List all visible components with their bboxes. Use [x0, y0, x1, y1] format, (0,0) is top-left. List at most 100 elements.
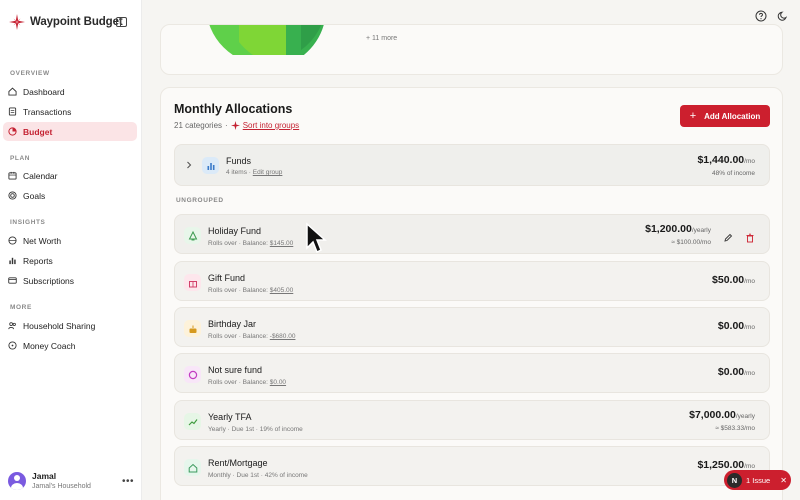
monthly-allocations-card: Monthly Allocations 21 categories · Sort…: [160, 87, 783, 500]
add-allocation-label: Add Allocation: [704, 111, 761, 121]
circle-icon: [184, 366, 201, 383]
sidebar-item-label: Net Worth: [23, 235, 62, 246]
sidebar-item-label: Budget: [23, 126, 53, 137]
people-icon: [8, 322, 16, 330]
allocation-meta: Rolls over · Balance: -$680.00: [208, 333, 296, 340]
allocation-name: Gift Fund: [208, 273, 246, 283]
sidebar-item-label: Transactions: [23, 106, 72, 117]
sidebar-item-label: Reports: [23, 255, 53, 266]
user-more-icon[interactable]: •••: [122, 476, 134, 487]
allocation-amount: $1,200.00/yearly: [645, 223, 711, 235]
sidebar-item-household-sharing[interactable]: Household Sharing: [3, 316, 137, 335]
allocation-name: Not sure fund: [208, 365, 263, 375]
allocation-row[interactable]: Holiday Fund Rolls over · Balance: $145.0…: [174, 214, 770, 254]
sidebar-item-label: Calendar: [23, 170, 58, 181]
brand[interactable]: Waypoint Budget: [9, 14, 123, 30]
cake-icon: [184, 320, 201, 337]
plus-icon: +: [689, 109, 697, 122]
sidebar-item-reports[interactable]: Reports: [3, 251, 137, 270]
close-icon[interactable]: ✕: [780, 476, 787, 485]
mouse-cursor-icon: [306, 222, 327, 254]
sidebar-item-net-worth[interactable]: Net Worth: [3, 231, 137, 250]
issues-badge[interactable]: N 1 Issue ✕: [724, 470, 791, 490]
categories-count: 21 categories: [174, 121, 223, 130]
sidebar-item-label: Household Sharing: [23, 320, 96, 331]
issue-avatar: N: [727, 472, 742, 488]
issue-count-label: 1 Issue: [746, 475, 771, 485]
group-meta: 4 items · Edit group: [226, 169, 283, 176]
sidebar-item-label: Goals: [23, 190, 46, 201]
allocation-meta: Rolls over · Balance: $0.00: [208, 379, 287, 386]
sort-into-groups-link[interactable]: Sort into groups: [243, 121, 299, 130]
user-name: Jamal: [32, 471, 57, 481]
sidebar-item-calendar[interactable]: Calendar: [3, 166, 137, 185]
collapse-sidebar-icon[interactable]: [116, 17, 127, 27]
allocation-name: Rent/Mortgage: [208, 458, 268, 468]
allocation-row[interactable]: Not sure fund Rolls over · Balance: $0.00…: [174, 353, 770, 393]
compass-logo-icon: [9, 14, 25, 30]
allocation-row[interactable]: Rent/Mortgage Monthly · Due 1st · 42% of …: [174, 446, 770, 486]
spending-chart-card: + 11 more: [160, 24, 783, 75]
balance-link[interactable]: $145.00: [270, 240, 294, 247]
globe-icon: [8, 236, 17, 245]
sparkle-icon: [230, 121, 240, 130]
group-amount: $1,440.00/mo: [697, 154, 755, 166]
sidebar-item-dashboard[interactable]: Dashboard: [3, 82, 137, 101]
card-icon: [8, 277, 17, 284]
chevron-right-icon[interactable]: [185, 161, 193, 169]
allocation-amount: $0.00/mo: [717, 320, 755, 332]
group-row-funds[interactable]: Funds 4 items · Edit group $1,440.00/mo …: [174, 144, 770, 186]
bell-icon: [184, 227, 201, 244]
balance-link[interactable]: $405.00: [270, 287, 294, 294]
allocation-monthly-equivalent: ≈ $100.00/mo: [671, 239, 711, 246]
trending-up-icon: [184, 413, 201, 430]
sidebar: Waypoint Budget OVERVIEW Dashboard Trans…: [0, 0, 142, 500]
target-icon: [8, 191, 17, 200]
user-profile[interactable]: Jamal Jamal's Household: [8, 471, 91, 490]
legend-more-text[interactable]: + 11 more: [366, 35, 397, 42]
allocation-amount: $7,000.00/yearly: [689, 409, 755, 421]
pie-icon: [8, 127, 17, 136]
balance-link[interactable]: -$680.00: [270, 333, 296, 340]
calendar-icon: [8, 171, 17, 180]
chart-group-icon: [202, 157, 219, 174]
allocation-name: Holiday Fund: [208, 226, 262, 236]
avatar: [8, 471, 26, 490]
allocation-meta: Monthly · Due 1st · 42% of income: [208, 472, 308, 479]
moon-icon[interactable]: [777, 10, 789, 22]
sidebar-item-label: Money Coach: [23, 340, 76, 351]
sidebar-item-budget[interactable]: Budget: [3, 122, 137, 141]
section-label-overview: OVERVIEW: [10, 70, 50, 77]
sidebar-item-goals[interactable]: Goals: [3, 186, 137, 205]
allocation-meta: Yearly · Due 1st · 19% of income: [208, 426, 303, 433]
allocation-amount: $50.00/mo: [712, 274, 755, 286]
allocation-meta: Rolls over · Balance: $145.00: [208, 240, 294, 247]
allocation-row[interactable]: Gift Fund Rolls over · Balance: $405.00 $5…: [174, 261, 770, 301]
group-income-share: 48% of income: [712, 170, 755, 177]
allocation-amount: $0.00/mo: [717, 366, 755, 378]
allocation-name: Birthday Jar: [208, 319, 257, 329]
edit-group-link[interactable]: Edit group: [253, 169, 283, 176]
allocation-row[interactable]: Birthday Jar Rolls over · Balance: -$680.…: [174, 307, 770, 347]
delete-trash-icon[interactable]: [745, 230, 755, 243]
edit-pencil-icon[interactable]: [723, 230, 733, 242]
receipt-icon: [8, 107, 17, 116]
group-name: Funds: [226, 156, 252, 166]
home-icon: [184, 459, 201, 476]
allocation-monthly-equivalent: ≈ $583.33/mo: [715, 425, 755, 432]
sidebar-item-money-coach[interactable]: Money Coach: [3, 336, 137, 355]
brand-name: Waypoint Budget: [30, 16, 123, 28]
sidebar-item-subscriptions[interactable]: Subscriptions: [3, 271, 137, 290]
sidebar-item-transactions[interactable]: Transactions: [3, 102, 137, 121]
ungrouped-label: UNGROUPED: [176, 197, 224, 204]
help-icon[interactable]: [755, 10, 767, 22]
sidebar-item-label: Dashboard: [23, 86, 65, 97]
chat-icon: [8, 341, 17, 350]
sidebar-item-label: Subscriptions: [23, 275, 75, 286]
allocation-donut-chart: [209, 25, 324, 55]
allocation-meta: Rolls over · Balance: $405.00: [208, 287, 294, 294]
allocation-name: Yearly TFA: [208, 412, 252, 422]
allocation-row[interactable]: Yearly TFA Yearly · Due 1st · 19% of inco…: [174, 400, 770, 440]
add-allocation-button[interactable]: + Add Allocation: [680, 105, 770, 127]
balance-link[interactable]: $0.00: [270, 379, 286, 386]
